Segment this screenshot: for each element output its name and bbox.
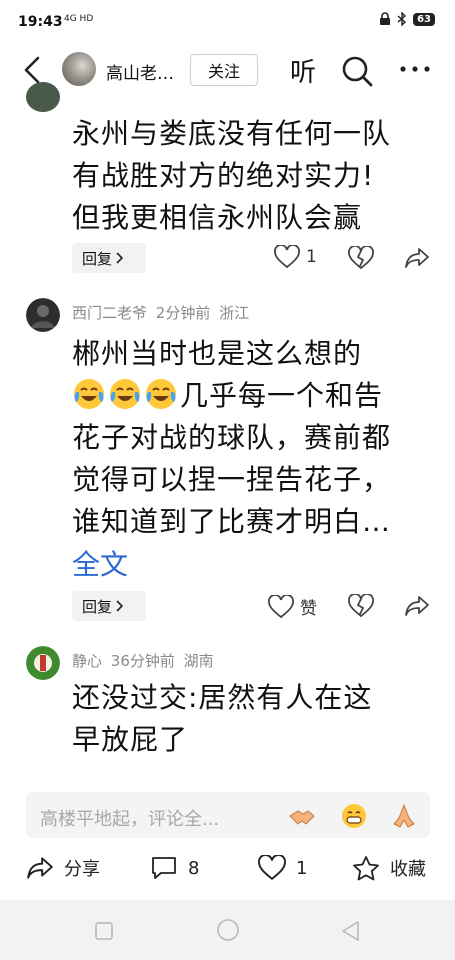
broken-heart-icon[interactable] — [348, 594, 374, 618]
share-label: 分享 — [64, 859, 100, 880]
grin-emoji[interactable] — [340, 802, 368, 830]
comment-avatar[interactable] — [26, 82, 60, 112]
share-button[interactable]: 分享 — [26, 855, 100, 881]
comment-input-placeholder: 高楼平地起，评论全... — [40, 809, 220, 830]
chevron-right-icon — [116, 252, 124, 264]
comment-time: 2分钟前 — [155, 304, 211, 322]
like-count: 1 — [306, 247, 317, 267]
collect-button[interactable]: 收藏 — [352, 855, 426, 881]
share-icon[interactable] — [404, 247, 430, 269]
recent-apps-icon[interactable] — [95, 922, 113, 940]
like-label: 赞 — [300, 599, 317, 619]
comment-2-meta: 西门二老爷 2分钟前 浙江 — [72, 302, 249, 323]
comment-line: 还没过交:居然有人在这 — [72, 681, 373, 714]
comment-icon — [152, 857, 176, 879]
broken-heart-icon[interactable] — [348, 246, 374, 270]
heart-icon — [258, 855, 286, 880]
comment-line: 有战胜对方的绝对实力! — [72, 159, 375, 192]
article-header: 高山老… 关注 听 — [0, 44, 455, 96]
battery-level: 63 — [413, 12, 435, 26]
commenter-avatar[interactable] — [26, 298, 60, 332]
comment-1-like-button[interactable]: 1 — [274, 245, 317, 269]
like-button[interactable]: 1 — [258, 855, 307, 881]
comment-line: 永州与娄底没有任何一队 — [72, 117, 392, 150]
chevron-right-icon — [116, 600, 124, 612]
status-time: 19:43 — [18, 14, 63, 30]
listen-button[interactable]: 听 — [290, 52, 316, 89]
laughing-crying-emoji — [110, 379, 140, 409]
comment-line: 花子对战的球队，赛前都 — [72, 421, 392, 454]
comment-line-text: 几乎每一个和告 — [180, 379, 384, 412]
comment-3-meta: 静心 36分钟前 湖南 — [72, 650, 214, 671]
star-icon — [353, 856, 379, 881]
comment-2-reply-button[interactable]: 回复 — [72, 591, 146, 621]
lock-icon — [380, 12, 391, 25]
search-icon[interactable] — [340, 54, 374, 88]
home-icon[interactable] — [216, 918, 240, 942]
author-name[interactable]: 高山老… — [106, 59, 174, 84]
reply-label: 回复 — [82, 249, 113, 268]
reply-label: 回复 — [82, 597, 113, 616]
comment-2-text: 郴州当时也是这么想的 几乎每一个和告 花子对战的球队，赛前都 觉得可以捏一捏告花… — [72, 333, 434, 543]
comment-line: 觉得可以捏一捏告花子， — [72, 463, 392, 496]
author-avatar[interactable] — [62, 52, 96, 86]
comment-line: 郴州当时也是这么想的 — [72, 337, 363, 370]
comment-count: 8 — [188, 857, 200, 879]
comment-3-text: 还没过交:居然有人在这 早放屁了 — [72, 677, 434, 761]
comment-1-reply-button[interactable]: 回复 — [72, 243, 146, 273]
comment-count-button[interactable]: 8 — [150, 855, 199, 881]
handshake-emoji[interactable] — [288, 802, 316, 830]
comment-location: 浙江 — [219, 304, 250, 322]
laughing-crying-emoji — [146, 379, 176, 409]
heart-icon — [268, 594, 294, 618]
comment-2-like-button[interactable]: 赞 — [268, 594, 317, 619]
comment-location: 湖南 — [183, 652, 214, 670]
comment-input[interactable]: 高楼平地起，评论全... — [26, 792, 430, 838]
status-right: 63 — [379, 12, 435, 26]
follow-button[interactable]: 关注 — [190, 54, 258, 86]
comment-line: 但我更相信永州队会赢 — [72, 201, 363, 234]
back-arrow-icon[interactable] — [20, 56, 46, 84]
status-bar: 19:43 4G HD 63 — [0, 0, 455, 44]
bottom-action-bar: 分享 8 1 收藏 — [0, 845, 455, 895]
system-nav-bar — [0, 900, 455, 960]
comment-line: 早放屁了 — [72, 723, 189, 756]
heart-icon — [274, 245, 300, 269]
laughing-crying-emoji — [74, 379, 104, 409]
more-icon[interactable] — [397, 56, 433, 82]
comment-line: 谁知道到了比赛才明白… — [72, 505, 392, 538]
comment-1-text: 永州与娄底没有任何一队 有战胜对方的绝对实力! 但我更相信永州队会赢 — [72, 113, 434, 239]
comment-line: 几乎每一个和告 — [72, 375, 434, 417]
comment-time: 36分钟前 — [110, 652, 175, 670]
signal-indicator: 4G HD — [64, 14, 94, 24]
back-nav-icon[interactable] — [340, 920, 360, 942]
commenter-avatar[interactable] — [26, 646, 60, 680]
collect-label: 收藏 — [390, 859, 426, 880]
share-icon[interactable] — [404, 595, 430, 617]
commenter-name[interactable]: 静心 — [72, 652, 102, 670]
full-text-link[interactable]: 全文 — [72, 543, 128, 583]
pray-emoji[interactable] — [390, 802, 418, 830]
bluetooth-icon — [397, 12, 407, 26]
commenter-name[interactable]: 西门二老爷 — [72, 304, 147, 322]
like-count: 1 — [296, 857, 308, 879]
share-icon — [27, 857, 53, 879]
